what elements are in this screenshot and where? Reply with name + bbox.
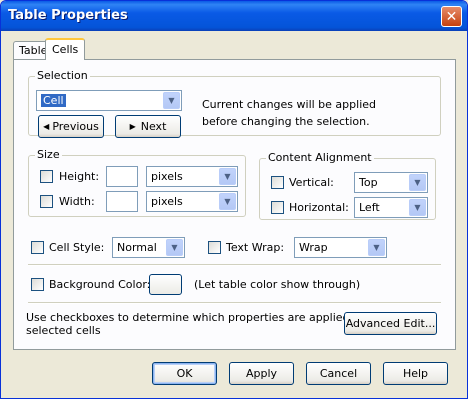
chevron-down-icon: ▼ xyxy=(163,92,180,109)
width-checkbox[interactable] xyxy=(40,195,53,208)
advanced-edit-button[interactable]: Advanced Edit... xyxy=(344,312,437,335)
cancel-button-label: Cancel xyxy=(319,367,358,380)
cancel-button[interactable]: Cancel xyxy=(306,362,371,385)
size-group-label: Size xyxy=(35,148,62,161)
chevron-down-icon: ▼ xyxy=(219,168,236,185)
footer-note-line2: selected cells xyxy=(26,324,101,337)
horizontal-align-select[interactable]: Left ▼ xyxy=(354,197,428,218)
cell-style-select[interactable]: Normal ▼ xyxy=(112,237,185,258)
footer-note-line1: Use checkboxes to determine which proper… xyxy=(26,311,381,324)
ok-button[interactable]: OK xyxy=(152,362,217,385)
selection-dropdown-value: Cell xyxy=(41,94,66,107)
background-color-note: (Let table color show through) xyxy=(194,278,361,291)
height-unit-select[interactable]: pixels ▼ xyxy=(146,166,238,187)
height-checkbox[interactable] xyxy=(40,170,53,183)
horizontal-checkbox[interactable] xyxy=(271,201,284,214)
background-color-button[interactable] xyxy=(149,274,182,295)
width-input[interactable] xyxy=(106,191,138,212)
previous-button-label: Previous xyxy=(52,120,99,133)
selection-note-line1: Current changes will be applied xyxy=(202,98,376,111)
chevron-down-icon: ▼ xyxy=(368,239,385,256)
divider xyxy=(28,264,441,266)
apply-button-label: Apply xyxy=(245,367,278,380)
text-wrap-label: Text Wrap: xyxy=(226,241,285,254)
vertical-align-value: Top xyxy=(359,176,378,189)
tab-table-label: Table xyxy=(19,44,48,57)
height-input[interactable] xyxy=(106,166,138,187)
selection-note-line2: before changing the selection. xyxy=(202,115,370,128)
selection-dropdown[interactable]: Cell ▼ xyxy=(36,90,182,111)
background-color-label: Background Color: xyxy=(49,278,151,291)
close-icon: ✕ xyxy=(445,8,458,25)
width-label: Width: xyxy=(59,195,95,208)
ok-button-label: OK xyxy=(176,367,193,380)
horizontal-align-value: Left xyxy=(359,201,380,214)
triangle-left-icon: ◀ xyxy=(43,122,50,131)
close-button[interactable]: ✕ xyxy=(441,6,462,27)
vertical-align-select[interactable]: Top ▼ xyxy=(354,172,428,193)
divider xyxy=(28,302,441,304)
previous-button[interactable]: ◀ Previous xyxy=(38,115,104,138)
chevron-down-icon: ▼ xyxy=(409,199,426,216)
chevron-down-icon: ▼ xyxy=(219,193,236,210)
vertical-label: Vertical: xyxy=(289,176,334,189)
height-label: Height: xyxy=(59,170,100,183)
cell-style-value: Normal xyxy=(117,241,157,254)
text-wrap-value: Wrap xyxy=(299,241,328,254)
text-wrap-checkbox[interactable] xyxy=(208,241,221,254)
vertical-checkbox[interactable] xyxy=(271,176,284,189)
title-bar[interactable]: Table Properties ✕ xyxy=(1,1,467,31)
width-unit-value: pixels xyxy=(151,195,183,208)
horizontal-label: Horizontal: xyxy=(289,201,349,214)
tab-cells[interactable]: Cells xyxy=(45,38,86,60)
triangle-right-icon: ▶ xyxy=(129,122,136,131)
advanced-edit-label: Advanced Edit... xyxy=(345,317,436,330)
help-button-label: Help xyxy=(402,367,429,380)
dialog-title: Table Properties xyxy=(8,8,128,23)
chevron-down-icon: ▼ xyxy=(409,174,426,191)
cells-panel: Selection Cell ▼ ◀ Previous ▶ Next Curre… xyxy=(13,59,456,350)
help-button[interactable]: Help xyxy=(383,362,448,385)
selection-group-label: Selection xyxy=(35,69,90,82)
tab-cells-label: Cells xyxy=(52,43,79,56)
content-alignment-label: Content Alignment xyxy=(266,151,374,164)
width-unit-select[interactable]: pixels ▼ xyxy=(146,191,238,212)
text-wrap-select[interactable]: Wrap ▼ xyxy=(294,237,387,258)
height-unit-value: pixels xyxy=(151,170,183,183)
next-button[interactable]: ▶ Next xyxy=(115,115,181,138)
cell-style-checkbox[interactable] xyxy=(31,241,44,254)
cell-style-label: Cell Style: xyxy=(49,241,105,254)
chevron-down-icon: ▼ xyxy=(166,239,183,256)
next-button-label: Next xyxy=(140,120,167,133)
apply-button[interactable]: Apply xyxy=(229,362,294,385)
background-color-checkbox[interactable] xyxy=(31,278,44,291)
table-properties-dialog: Table Properties ✕ Table Cells Selection… xyxy=(0,0,468,399)
